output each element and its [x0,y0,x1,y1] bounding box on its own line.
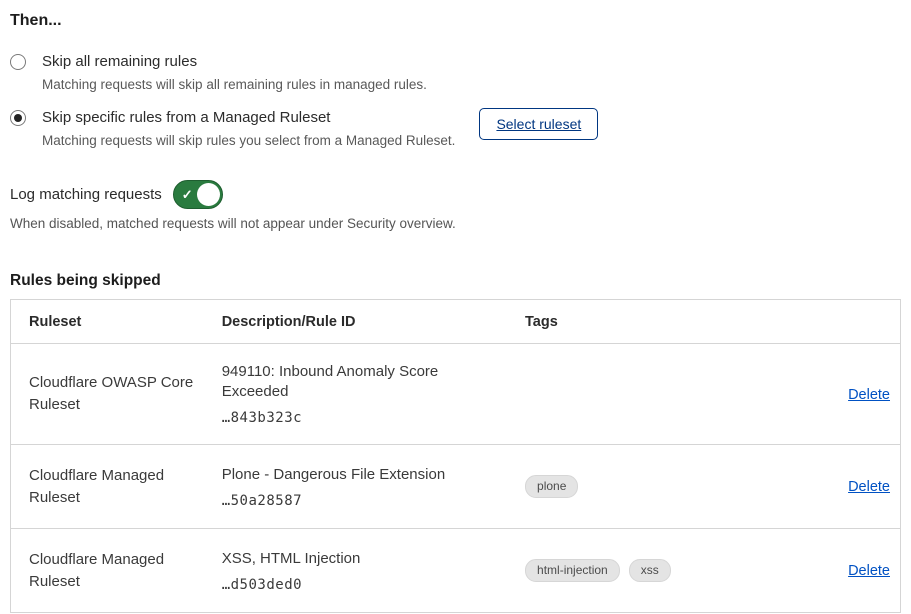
table-row: Cloudflare Managed Ruleset XSS, HTML Inj… [11,529,901,613]
log-toggle-description: When disabled, matched requests will not… [10,216,901,231]
tag-badge: html-injection [525,559,620,582]
option-skip-specific-rules: Skip specific rules from a Managed Rules… [10,107,901,150]
delete-rule-link[interactable]: Delete [848,479,890,495]
column-header-actions [740,300,900,344]
table-header-row: Ruleset Description/Rule ID Tags [11,300,901,344]
rules-being-skipped-title: Rules being skipped [10,272,901,290]
rule-description: XSS, HTML Injection [222,549,497,569]
radio-skip-all-rules[interactable] [10,54,26,70]
option-skip-all-description: Matching requests will skip all remainin… [42,76,427,94]
ruleset-name: Cloudflare Managed Ruleset [29,549,194,593]
ruleset-name: Cloudflare Managed Ruleset [29,465,194,509]
option-skip-specific-label[interactable]: Skip specific rules from a Managed Rules… [42,107,455,129]
table-row: Cloudflare OWASP Core Ruleset 949110: In… [11,344,901,445]
tag-badge: plone [525,475,578,498]
column-header-ruleset: Ruleset [11,300,204,344]
log-matching-requests-row: Log matching requests ✓ [10,180,901,209]
rule-id: …50a28587 [222,493,497,509]
log-matching-requests-toggle[interactable]: ✓ [173,180,223,209]
tags-cell: plone [525,475,730,498]
rule-id: …d503ded0 [222,577,497,593]
select-ruleset-button[interactable]: Select ruleset [479,108,598,140]
check-icon: ✓ [182,188,193,201]
rule-description: 949110: Inbound Anomaly Score Exceeded [222,362,497,402]
column-header-description: Description/Rule ID [204,300,507,344]
option-skip-specific-description: Matching requests will skip rules you se… [42,132,455,150]
delete-rule-link[interactable]: Delete [848,387,890,403]
column-header-tags: Tags [507,300,740,344]
rule-id: …843b323c [222,410,497,426]
ruleset-name: Cloudflare OWASP Core Ruleset [29,372,194,416]
toggle-knob [197,183,220,206]
tag-badge: xss [629,559,671,582]
rule-description: Plone - Dangerous File Extension [222,465,497,485]
option-skip-all-rules: Skip all remaining rules Matching reques… [10,51,901,94]
delete-rule-link[interactable]: Delete [848,563,890,579]
table-row: Cloudflare Managed Ruleset Plone - Dange… [11,445,901,529]
rules-being-skipped-table: Ruleset Description/Rule ID Tags Cloudfl… [10,299,901,613]
radio-skip-specific-rules[interactable] [10,110,26,126]
option-skip-all-label[interactable]: Skip all remaining rules [42,51,427,73]
then-section-title: Then... [10,12,901,30]
tags-cell: html-injection xss [525,559,730,582]
waf-rule-action-panel: Then... Skip all remaining rules Matchin… [0,0,911,613]
log-matching-requests-label: Log matching requests [10,186,162,203]
